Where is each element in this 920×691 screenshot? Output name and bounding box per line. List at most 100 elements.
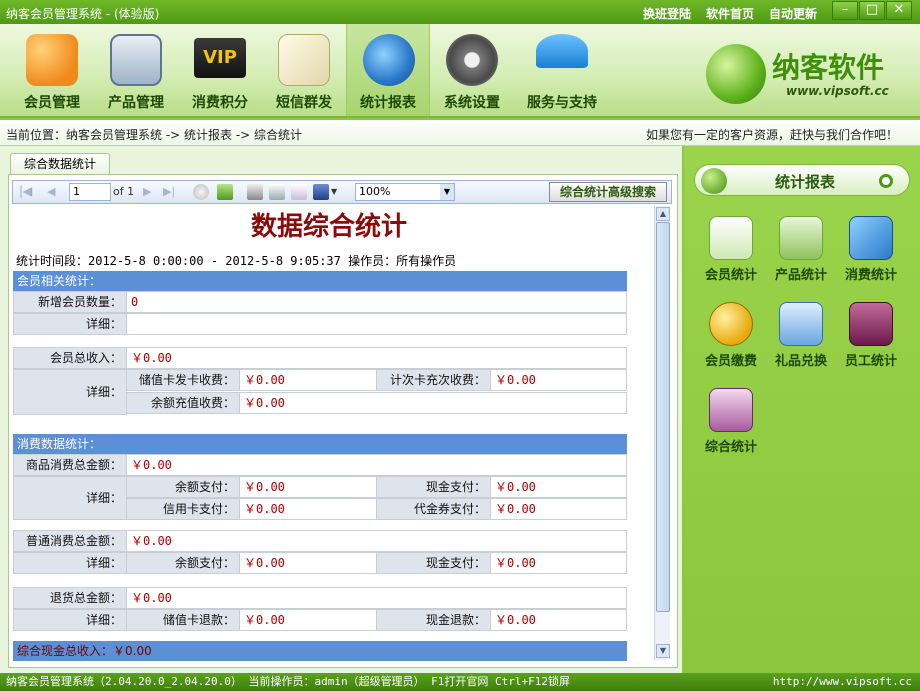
normal-cash-pay-value: ￥0.00 [490, 552, 627, 574]
header-ring-icon [879, 174, 893, 188]
side-item-member-payment[interactable]: 会员缴费 [696, 302, 766, 369]
side-item-staff-stat[interactable]: 员工统计 [836, 302, 906, 369]
toolbar-support[interactable]: 服务与支持 [514, 24, 610, 116]
logo-name: 纳客软件 [772, 51, 885, 84]
zoom-select[interactable]: 100% ▼ [355, 183, 455, 201]
side-item-member-stat[interactable]: 会员统计 [696, 216, 766, 283]
stop-icon[interactable] [193, 184, 209, 200]
voucher-pay-label: 代金券支付： [376, 498, 491, 520]
side-panel-title: 统计报表 [775, 173, 836, 191]
balance-topup-value: ￥0.00 [239, 392, 627, 414]
side-item-product-stat[interactable]: 产品统计 [766, 216, 836, 283]
side-item-summary-stat[interactable]: 综合统计 [696, 388, 766, 455]
window-title: 纳客会员管理系统 - (体验版) [6, 7, 160, 21]
toolbar-points[interactable]: VIP 消费积分 [178, 24, 262, 116]
stored-card-fee-value: ￥0.00 [239, 369, 377, 391]
tab-comprehensive-stats[interactable]: 综合数据统计 [10, 153, 110, 175]
side-item-label: 消费统计 [844, 268, 897, 283]
zoom-value: 100% [359, 185, 391, 198]
cash-refund-value: ￥0.00 [490, 609, 627, 631]
income-detail-label: 详细： [13, 369, 127, 415]
product-stat-icon [779, 216, 823, 260]
logo-url: www.vipsoft.cc [786, 84, 889, 98]
cash-refund-label: 现金退款： [376, 609, 491, 631]
switch-shift-link[interactable]: 换班登陆 [643, 5, 691, 22]
member-detail-label: 详细： [13, 313, 127, 335]
return-total-label: 退货总金额： [13, 587, 127, 609]
scroll-down-icon[interactable]: ▼ [656, 644, 670, 658]
normal-balance-pay-value: ￥0.00 [239, 552, 377, 574]
advanced-search-button[interactable]: 综合统计高级搜索 [549, 182, 667, 202]
toolbar-products[interactable]: 产品管理 [94, 24, 178, 116]
voucher-pay-value: ￥0.00 [490, 498, 627, 520]
first-page-icon[interactable]: |◀ [19, 185, 31, 198]
print-icon[interactable] [247, 184, 263, 200]
export-dropdown-icon[interactable]: ▼ [331, 187, 337, 196]
coin-icon [709, 302, 753, 346]
toolbar-members-label: 会员管理 [24, 95, 80, 111]
normal-total-value: ￥0.00 [126, 530, 627, 552]
members-icon [26, 34, 78, 86]
goods-detail-label: 详细： [13, 476, 127, 520]
balance-topup-label: 余额充值收费： [126, 392, 240, 414]
staff-icon [849, 302, 893, 346]
report-title: 数据综合统计 [250, 212, 407, 242]
toolbar-members[interactable]: 会员管理 [10, 24, 94, 116]
print-layout-icon[interactable] [269, 184, 285, 200]
side-item-gift-exchange[interactable]: 礼品兑换 [766, 302, 836, 369]
report-scrollbar[interactable]: ▲ ▼ [654, 206, 670, 660]
normal-cash-pay-label: 现金支付： [376, 552, 491, 574]
product-icon [110, 34, 162, 86]
scroll-up-icon[interactable]: ▲ [656, 207, 670, 221]
gift-icon [779, 302, 823, 346]
minimize-button[interactable]: – [832, 1, 858, 20]
logo-ball-icon [706, 44, 766, 104]
toolbar-settings[interactable]: 系统设置 [430, 24, 514, 116]
normal-total-label: 普通消费总金额： [13, 530, 127, 552]
side-item-label: 会员缴费 [704, 354, 757, 369]
last-page-icon[interactable]: ▶| [163, 185, 175, 198]
chevron-down-icon[interactable]: ▼ [440, 184, 454, 200]
next-page-icon[interactable]: ▶ [143, 185, 151, 198]
credit-pay-value: ￥0.00 [239, 498, 377, 520]
summary-stat-icon [709, 388, 753, 432]
cooperation-notice[interactable]: 如果您有一定的客户资源，赶快与我们合作吧！ [646, 126, 898, 143]
count-card-fee-value: ￥0.00 [490, 369, 627, 391]
status-website-link[interactable]: http://www.vipsoft.cc [773, 673, 912, 691]
goods-total-label: 商品消费总金额： [13, 454, 127, 476]
scroll-thumb[interactable] [656, 222, 670, 612]
side-item-consume-stat[interactable]: 消费统计 [836, 216, 906, 283]
toolbar-settings-label: 系统设置 [444, 95, 500, 111]
prev-page-icon[interactable]: ◀ [47, 185, 55, 198]
goods-cash-pay-value: ￥0.00 [490, 476, 627, 498]
stored-refund-label: 储值卡退款： [126, 609, 240, 631]
software-home-link[interactable]: 软件首页 [706, 5, 754, 22]
title-bar: 纳客会员管理系统 - (体验版) 换班登陆 软件首页 自动更新 – □ ✕ [0, 0, 920, 24]
maximize-button[interactable]: □ [859, 1, 885, 20]
member-stat-icon [709, 216, 753, 260]
side-item-label: 产品统计 [774, 268, 827, 283]
umbrella-icon [536, 34, 588, 68]
side-panel: 统计报表 会员统计 产品统计 消费统计 会员缴费 礼品兑换 员工统计 综合统计 [684, 146, 920, 673]
member-income-value: ￥0.00 [126, 347, 627, 369]
return-detail-label: 详细： [13, 609, 127, 631]
export-save-icon[interactable] [313, 184, 329, 200]
toolbar-sms[interactable]: 短信群发 [262, 24, 346, 116]
breadcrumb-path: 当前位置：纳客会员管理系统 -> 统计报表 -> 综合统计 [6, 128, 303, 142]
report-toolbar: |◀ |◀ ◀ 1 of 1 ▶ ▶| ▼ 100% ▼ 综合统计高级搜索 [12, 180, 672, 204]
toolbar-products-label: 产品管理 [108, 95, 164, 111]
auto-update-link[interactable]: 自动更新 [769, 5, 817, 22]
goods-balance-pay-value: ￥0.00 [239, 476, 377, 498]
new-members-label: 新增会员数量： [13, 291, 127, 313]
consume-stat-icon [849, 216, 893, 260]
stored-card-fee-label: 储值卡发卡收费： [126, 369, 240, 391]
grand-total-row: 综合现金总收入：￥0.00 [13, 641, 627, 661]
side-panel-header: 统计报表 [694, 164, 910, 196]
close-button[interactable]: ✕ [886, 1, 912, 20]
page-setup-icon[interactable] [291, 184, 307, 200]
toolbar-reports[interactable]: 统计报表 [346, 24, 430, 116]
page-number-input[interactable]: 1 [69, 183, 111, 201]
side-item-label: 综合统计 [704, 440, 757, 455]
refresh-icon[interactable] [217, 184, 233, 200]
report-time-range: 统计时间段：2012-5-8 0:00:00 - 2012-5-8 9:05:3… [16, 254, 457, 268]
